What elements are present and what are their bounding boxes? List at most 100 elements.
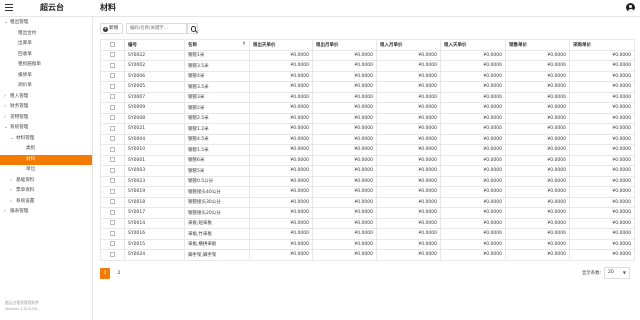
row-checkbox[interactable] (110, 167, 115, 173)
sidebar-item-label: 系统管理 (10, 125, 29, 130)
row-checkbox[interactable] (110, 146, 115, 152)
row-checkbox[interactable] (110, 83, 115, 89)
sidebar-item[interactable]: › 货物管理 (4, 113, 28, 124)
column-header-rent-out-month-price[interactable]: 租出月单价 (312, 39, 377, 51)
sidebar-item[interactable]: 出库单 (18, 39, 32, 50)
table-row[interactable]: SY0018 钢管接头30公分 ¥0.0000 ¥0.0000 ¥0.0000 ¥0.00… (100, 196, 635, 208)
row-checkbox-cell[interactable] (100, 165, 125, 177)
row-checkbox[interactable] (110, 94, 115, 100)
row-checkbox[interactable] (110, 136, 115, 142)
sidebar-item[interactable]: 单位 (26, 165, 35, 176)
row-checkbox[interactable] (110, 199, 115, 205)
sidebar-item[interactable]: ⌄ 系统管理 (4, 123, 28, 134)
table-row[interactable]: SY0021 钢管1.2米 ¥0.0000 ¥0.0000 ¥0.0000 ¥0.0000… (100, 123, 635, 135)
row-checkbox-cell[interactable] (100, 70, 125, 82)
row-checkbox-cell[interactable] (100, 81, 125, 93)
row-checkbox-cell[interactable] (100, 91, 125, 103)
row-checkbox[interactable] (110, 241, 115, 247)
page-button-1[interactable]: 1 (100, 268, 110, 279)
page-button-2[interactable]: 2 (114, 268, 124, 279)
row-checkbox-cell[interactable] (100, 207, 125, 219)
sidebar-item[interactable]: 租损赔偿单 (18, 60, 41, 71)
user-account-icon[interactable] (626, 3, 635, 12)
table-row[interactable]: SY0005 钢管3.5米 ¥0.0000 ¥0.0000 ¥0.0000 ¥0.0000… (100, 81, 635, 93)
cell-price: ¥0.0000 (569, 81, 635, 93)
row-checkbox-cell[interactable] (100, 154, 125, 166)
table-row[interactable]: SY0010 钢管1.5米 ¥0.0000 ¥0.0000 ¥0.0000 ¥0.0000… (100, 144, 635, 156)
column-header-purchase-price[interactable]: 采购单价 (569, 39, 635, 51)
row-checkbox-cell[interactable] (100, 238, 125, 250)
table-row[interactable]: SY0009 钢管2米 ¥0.0000 ¥0.0000 ¥0.0000 ¥0.0000 ¥0… (100, 102, 635, 114)
search-input[interactable] (126, 23, 187, 34)
sidebar-item[interactable]: › 票单资料 (10, 186, 34, 197)
row-checkbox-cell[interactable] (100, 112, 125, 124)
sidebar-item[interactable]: › 系统设置 (10, 197, 34, 208)
table-row[interactable]: SY0006 钢管4米 ¥0.0000 ¥0.0000 ¥0.0000 ¥0.0000 ¥0… (100, 70, 635, 82)
sidebar-item[interactable]: 报修单 (18, 71, 32, 82)
row-checkbox[interactable] (110, 62, 115, 68)
search-icon[interactable] (187, 23, 198, 34)
row-checkbox[interactable] (110, 73, 115, 79)
sidebar-item[interactable]: › 基础资料 (10, 176, 34, 187)
sidebar-item[interactable]: 材料 (0, 154, 92, 165)
sidebar-item[interactable]: ⌄ 材料管理 (10, 134, 34, 145)
sidebar-item[interactable]: ⌄ 租出管理 (4, 18, 28, 29)
select-all-checkbox[interactable] (100, 39, 125, 51)
table-row[interactable]: SY0019 钢管接头40公分 ¥0.0000 ¥0.0000 ¥0.0000 ¥0.00… (100, 186, 635, 198)
sidebar-item[interactable]: › 报表管理 (4, 207, 28, 218)
row-checkbox[interactable] (110, 251, 115, 257)
table-row[interactable]: SY0007 钢管3米 ¥0.0000 ¥0.0000 ¥0.0000 ¥0.0000 ¥0… (100, 91, 635, 103)
table-row[interactable]: SY0008 钢管2.5米 ¥0.0000 ¥0.0000 ¥0.0000 ¥0.0000… (100, 112, 635, 124)
sidebar-item[interactable]: 类别 (26, 144, 35, 155)
table-row[interactable]: SY0004 钢管4.5米 ¥0.0000 ¥0.0000 ¥0.0000 ¥0.0000… (100, 133, 635, 145)
row-checkbox[interactable] (110, 230, 115, 236)
row-checkbox[interactable] (110, 125, 115, 131)
column-header-name[interactable]: 名称 ↑ (184, 39, 250, 51)
table-row[interactable]: SY0024 脚手架,脚手架 ¥0.0000 ¥0.0000 ¥0.0000 ¥0.000… (100, 249, 635, 261)
row-checkbox-cell[interactable] (100, 144, 125, 156)
checkbox-icon[interactable] (110, 41, 115, 47)
column-header-code[interactable]: 编号 (124, 39, 185, 51)
row-checkbox[interactable] (110, 178, 115, 184)
page-size-select[interactable]: 20 ▼ (604, 267, 630, 279)
row-checkbox-cell[interactable] (100, 49, 125, 61)
table-row[interactable]: SY0022 钢管1米 ¥0.0000 ¥0.0000 ¥0.0000 ¥0.0000 ¥0… (100, 49, 635, 61)
sidebar-item[interactable]: 租出合约 (18, 29, 36, 40)
column-header-sale-price[interactable]: 销售单价 (505, 39, 570, 51)
row-checkbox-cell[interactable] (100, 217, 125, 229)
row-checkbox[interactable] (110, 115, 115, 121)
row-checkbox[interactable] (110, 157, 115, 163)
table-row[interactable]: SY0014 采板,短采板 ¥0.0000 ¥0.0000 ¥0.0000 ¥0.0000… (100, 217, 635, 229)
sidebar-item[interactable]: › 财务管理 (4, 102, 28, 113)
sidebar-item[interactable]: 回收单 (18, 50, 32, 61)
add-new-button[interactable]: + 新增 (100, 23, 123, 34)
row-checkbox[interactable] (110, 52, 115, 58)
row-checkbox[interactable] (110, 209, 115, 215)
row-checkbox-cell[interactable] (100, 133, 125, 145)
table-row[interactable]: SY0001 钢管6米 ¥0.0000 ¥0.0000 ¥0.0000 ¥0.0000 ¥0… (100, 154, 635, 166)
sort-up-icon[interactable]: ↑ (242, 42, 246, 47)
row-checkbox-cell[interactable] (100, 249, 125, 261)
row-checkbox-cell[interactable] (100, 175, 125, 187)
row-checkbox[interactable] (110, 104, 115, 110)
sidebar-item[interactable]: 调价单 (18, 81, 32, 92)
row-checkbox-cell[interactable] (100, 186, 125, 198)
table-row[interactable]: SY0023 钢管0.5公分 ¥0.0000 ¥0.0000 ¥0.0000 ¥0.000… (100, 175, 635, 187)
row-checkbox-cell[interactable] (100, 196, 125, 208)
row-checkbox[interactable] (110, 188, 115, 194)
table-row[interactable]: SY0017 钢管接头20公分 ¥0.0000 ¥0.0000 ¥0.0000 ¥0.00… (100, 207, 635, 219)
column-header-rent-out-day-price[interactable]: 租出天单价 (249, 39, 313, 51)
table-row[interactable]: SY0003 钢管5米 ¥0.0000 ¥0.0000 ¥0.0000 ¥0.0000 ¥0… (100, 165, 635, 177)
column-header-rent-in-month-price[interactable]: 租入月单价 (376, 39, 441, 51)
row-checkbox-cell[interactable] (100, 60, 125, 72)
table-row[interactable]: SY0016 采板,竹采板 ¥0.0000 ¥0.0000 ¥0.0000 ¥0.0000… (100, 228, 635, 240)
sidebar-item[interactable]: › 租入管理 (4, 92, 28, 103)
column-header-rent-in-day-price[interactable]: 租入天单价 (440, 39, 506, 51)
table-row[interactable]: SY0002 钢管3.5米 ¥0.0000 ¥0.0000 ¥0.0000 ¥0.0000… (100, 60, 635, 72)
menu-icon[interactable] (5, 4, 13, 11)
table-row[interactable]: SY0015 采板,横拼采板 ¥0.0000 ¥0.0000 ¥0.0000 ¥0.000… (100, 238, 635, 250)
row-checkbox-cell[interactable] (100, 123, 125, 135)
row-checkbox[interactable] (110, 220, 115, 226)
row-checkbox-cell[interactable] (100, 228, 125, 240)
row-checkbox-cell[interactable] (100, 102, 125, 114)
